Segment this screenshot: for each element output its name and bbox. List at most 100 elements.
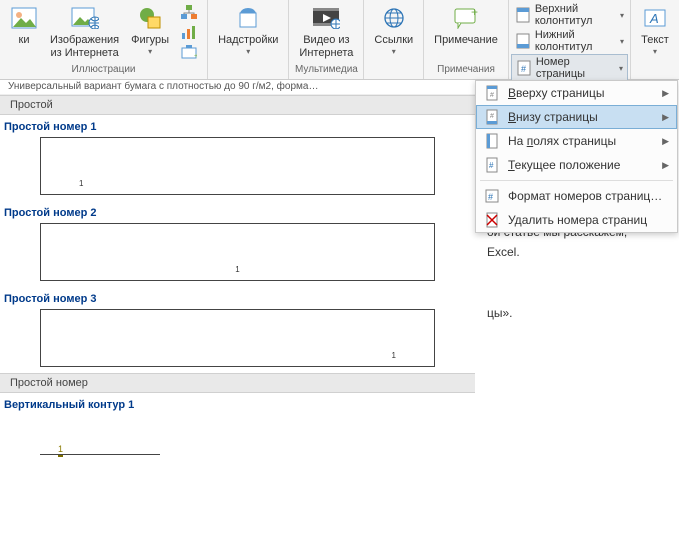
screenshot-icon: + [181, 45, 197, 61]
page-number-button[interactable]: # Номер страницы ▾ [511, 54, 628, 82]
gallery-section-simple: Простой [0, 95, 475, 115]
menu-label: Внизу страницы [508, 110, 598, 124]
online-pictures-label-2: из Интернета [50, 47, 118, 60]
menu-top-of-page[interactable]: # Вверху страницы ▶ [476, 81, 677, 105]
menu-bottom-of-page[interactable]: # Внизу страницы ▶ [476, 105, 677, 129]
links-button[interactable]: Ссылки ▾ [368, 2, 419, 64]
page-num-sample: 1 [58, 444, 63, 457]
text-box-icon: A [641, 4, 669, 32]
chevron-down-icon: ▾ [148, 47, 152, 56]
group-addins: Надстройки ▾ Надстройки [208, 0, 289, 79]
menu-label: Вверху страницы [508, 86, 604, 100]
submenu-arrow-icon: ▶ [662, 88, 669, 99]
menu-format-page-numbers[interactable]: # Формат номеров страниц… [476, 184, 677, 208]
menu-label: Удалить номера страниц [508, 213, 647, 227]
header-button[interactable]: Верхний колонтитул ▾ [511, 2, 628, 28]
gallery-item-v1[interactable]: 1 [40, 415, 160, 455]
page-margins-icon [484, 133, 500, 149]
illustrations-extra: + [175, 2, 203, 64]
doc-fragment-text: Универсальный вариант бумага с плотность… [0, 80, 475, 95]
submenu-arrow-icon: ▶ [662, 136, 669, 147]
bottom-of-page-icon: # [484, 109, 500, 125]
gallery-item-2[interactable]: 1 [40, 223, 435, 281]
page-number-label: Номер страницы [536, 56, 615, 80]
svg-text:+: + [471, 7, 478, 19]
gallery-item-2-title: Простой номер 2 [0, 201, 475, 223]
svg-text:#: # [490, 113, 494, 120]
picture-icon [10, 4, 38, 32]
comment-button[interactable]: + Примечание [428, 2, 504, 64]
submenu-arrow-icon: ▶ [662, 112, 669, 123]
format-numbers-icon: # [484, 188, 500, 204]
submenu-arrow-icon: ▶ [662, 160, 669, 171]
page-number-submenu: # Вверху страницы ▶ # Внизу страницы ▶ Н… [475, 80, 678, 233]
online-pictures-icon [71, 4, 99, 32]
menu-current-position[interactable]: # Текущее положение ▶ [476, 153, 677, 177]
page-num-sample: 1 [235, 265, 239, 274]
footer-icon [515, 33, 531, 49]
addins-label: Надстройки [218, 34, 278, 47]
chevron-down-icon: ▾ [619, 64, 623, 73]
smartart-button[interactable] [177, 4, 201, 22]
header-icon [515, 7, 531, 23]
comments-group-label: Примечания [437, 64, 495, 77]
chart-icon [181, 25, 197, 41]
page-number-gallery: Универсальный вариант бумага с плотность… [0, 80, 475, 461]
page-num-sample: 1 [79, 179, 83, 188]
current-position-icon: # [484, 157, 500, 173]
menu-page-margins[interactable]: На полях страницы ▶ [476, 129, 677, 153]
shapes-button[interactable]: Фигуры ▾ [125, 2, 175, 64]
chevron-down-icon: ▾ [620, 37, 624, 46]
pictures-label: ки [19, 34, 30, 47]
gallery-item-1[interactable]: 1 [40, 137, 435, 195]
svg-text:+: + [194, 53, 197, 59]
online-video-button[interactable]: Видео из Интернета [293, 2, 359, 64]
doc-line: Excel. [487, 242, 667, 262]
footer-label: Нижний колонтитул [535, 29, 616, 53]
gallery-item-1-title: Простой номер 1 [0, 115, 475, 137]
ribbon: ки Изображения из Интернета Фигуры ▾ + [0, 0, 679, 80]
chevron-down-icon: ▾ [246, 47, 250, 56]
menu-remove-page-numbers[interactable]: Удалить номера страниц [476, 208, 677, 232]
screenshot-button[interactable]: + [177, 44, 201, 62]
menu-label: На полях страницы [508, 134, 616, 148]
svg-text:#: # [488, 192, 493, 202]
svg-text:A: A [649, 11, 659, 26]
group-header-footer: Верхний колонтитул ▾ Нижний колонтитул ▾… [509, 0, 631, 79]
group-comments: + Примечание Примечания [424, 0, 509, 79]
gallery-item-v1-title: Вертикальный контур 1 [0, 393, 475, 415]
addins-button[interactable]: Надстройки ▾ [212, 2, 284, 64]
group-text: A Текст ▾ [631, 0, 679, 79]
svg-text:#: # [521, 64, 526, 74]
chart-button[interactable] [177, 24, 201, 42]
group-illustrations: ки Изображения из Интернета Фигуры ▾ + [0, 0, 208, 79]
shapes-label: Фигуры [131, 34, 169, 47]
gallery-item-3-title: Простой номер 3 [0, 287, 475, 309]
chevron-down-icon: ▾ [392, 47, 396, 56]
chevron-down-icon: ▾ [620, 11, 624, 20]
links-label: Ссылки [374, 34, 413, 47]
page-num-sample: 1 [392, 351, 396, 360]
illustrations-group-label: Иллюстрации [72, 64, 136, 77]
footer-button[interactable]: Нижний колонтитул ▾ [511, 28, 628, 54]
video-label-2: Интернета [299, 47, 353, 60]
text-box-button[interactable]: A Текст ▾ [635, 2, 675, 64]
chevron-down-icon: ▾ [653, 47, 657, 56]
smartart-icon [181, 5, 197, 21]
gallery-item-3[interactable]: 1 [40, 309, 435, 367]
svg-text:#: # [490, 92, 494, 99]
online-pictures-button[interactable]: Изображения из Интернета [44, 2, 125, 64]
comment-icon: + [452, 4, 480, 32]
group-media: Видео из Интернета Мультимедиа [289, 0, 364, 79]
store-icon [234, 4, 262, 32]
video-label-1: Видео из [303, 34, 349, 47]
video-icon [312, 4, 340, 32]
pictures-button[interactable]: ки [4, 2, 44, 64]
text-box-label: Текст [641, 34, 669, 47]
page-number-icon: # [516, 60, 532, 76]
svg-text:#: # [489, 161, 494, 170]
media-group-label: Мультимедиа [295, 64, 358, 77]
menu-label: Текущее положение [508, 158, 620, 172]
group-links: Ссылки ▾ [364, 0, 424, 79]
menu-separator [480, 180, 673, 181]
